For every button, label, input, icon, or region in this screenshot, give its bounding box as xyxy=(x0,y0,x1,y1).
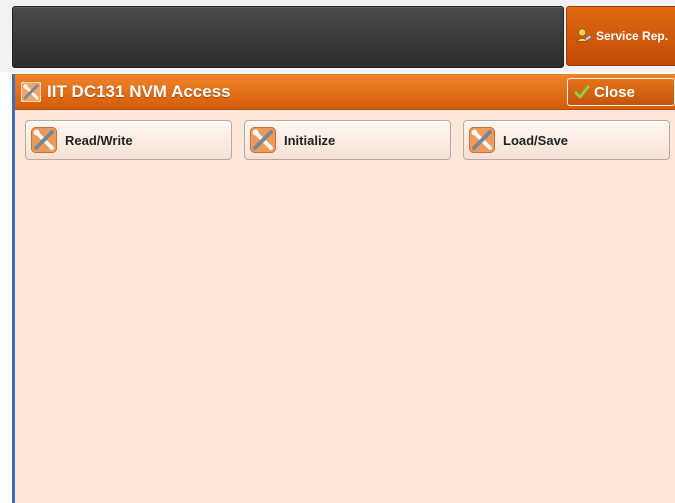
tools-icon xyxy=(21,82,41,102)
service-rep-label: Service Rep. xyxy=(596,29,669,43)
tools-icon xyxy=(31,127,57,153)
service-rep-icon xyxy=(576,28,592,42)
close-button[interactable]: Close xyxy=(567,78,675,106)
top-bar: Service Rep. xyxy=(0,0,675,72)
read-write-button[interactable]: Read/Write xyxy=(25,120,232,160)
initialize-label: Initialize xyxy=(284,132,336,148)
tools-icon xyxy=(469,127,495,153)
panel-title-bar: IIT DC131 NVM Access Close xyxy=(15,74,675,110)
message-area xyxy=(12,6,564,68)
nvm-access-panel: IIT DC131 NVM Access Close Read/Write In… xyxy=(12,74,675,503)
service-rep-button[interactable]: Service Rep. xyxy=(566,6,675,66)
load-save-label: Load/Save xyxy=(503,132,569,148)
checkmark-icon xyxy=(574,85,590,99)
load-save-button[interactable]: Load/Save xyxy=(463,120,670,160)
tools-icon xyxy=(250,127,276,153)
close-label: Close xyxy=(594,83,635,101)
panel-title: IIT DC131 NVM Access xyxy=(47,82,231,101)
initialize-button[interactable]: Initialize xyxy=(244,120,451,160)
read-write-label: Read/Write xyxy=(65,132,133,148)
